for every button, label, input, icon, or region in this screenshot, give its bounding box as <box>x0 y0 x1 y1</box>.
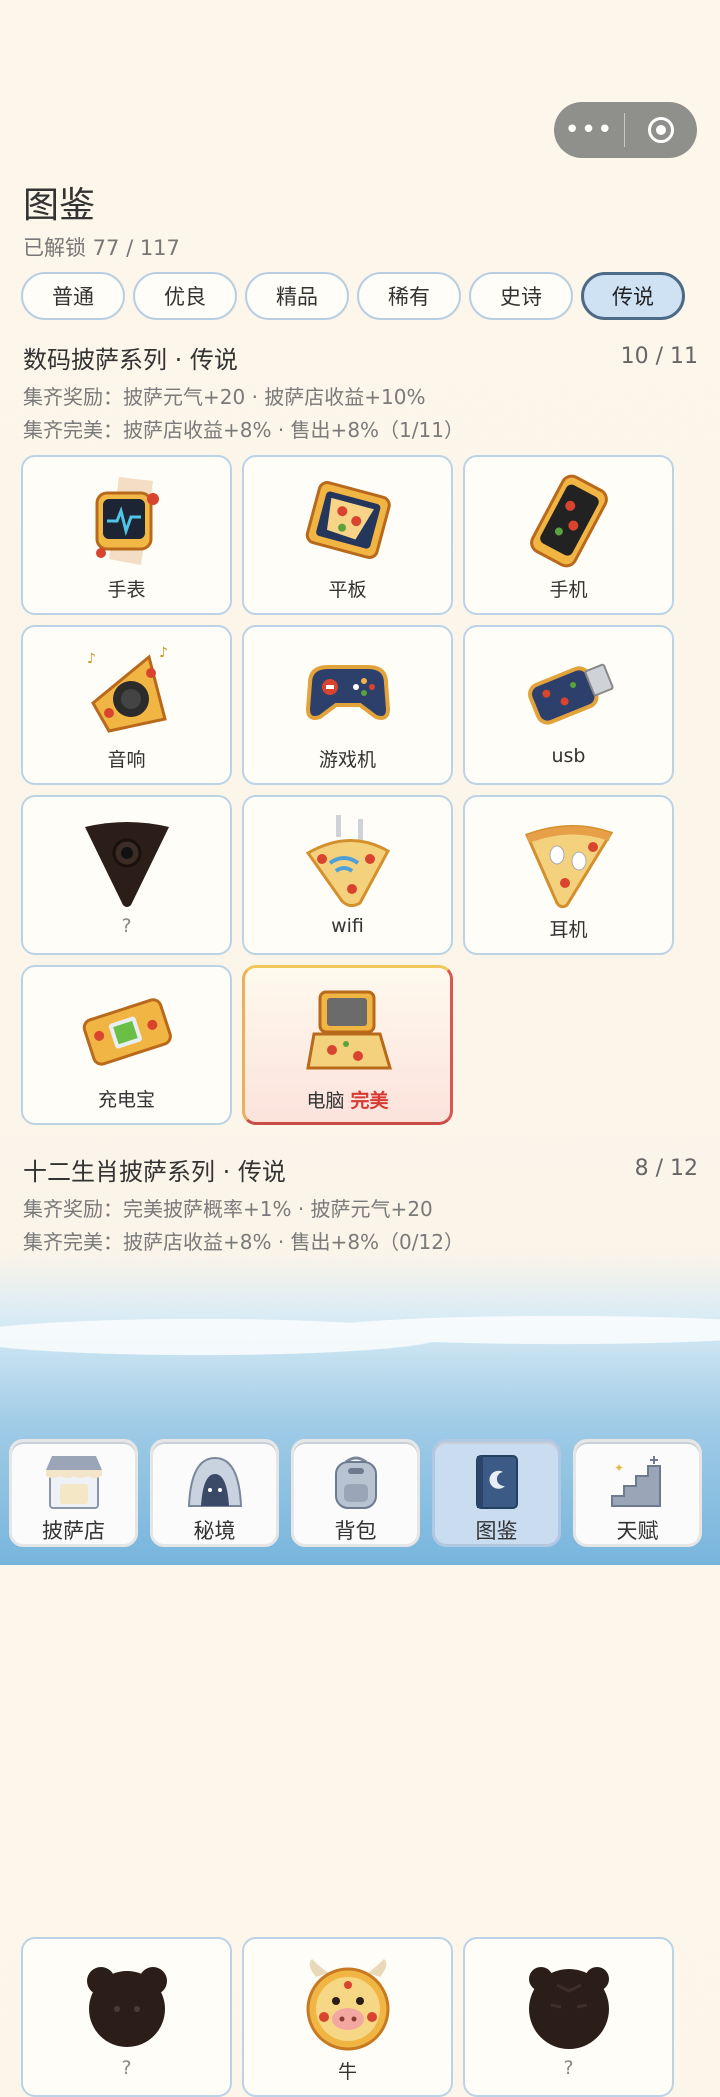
series-perfect-reward: 集齐完美：披萨店收益+8% · 售出+8%（1/11） <box>23 418 464 442</box>
tab-epic[interactable]: 史诗 <box>469 272 573 320</box>
collection-card[interactable]: wifi <box>242 795 453 955</box>
backpack-icon <box>334 1456 377 1509</box>
series-reward: 集齐奖励：披萨元气+20 · 披萨店收益+10% <box>23 385 426 409</box>
item-name: 音响 <box>107 749 146 771</box>
nav-label: 披萨店 <box>42 1519 105 1543</box>
collection-card[interactable]: 充电宝 <box>21 965 232 1125</box>
collection-card[interactable]: ? <box>463 1937 674 2097</box>
collection-card[interactable]: ♪ ♪ 音响 <box>21 625 232 785</box>
locked-tiger-pizza-icon <box>528 1967 609 2049</box>
collection-card[interactable]: ? <box>21 1937 232 2097</box>
tab-fine[interactable]: 精品 <box>245 272 349 320</box>
nav-label: 图鉴 <box>475 1519 518 1543</box>
rarity-tabs: 普通 优良 精品 稀有 史诗 传说 <box>21 272 685 320</box>
mini-program-capsule: ••• <box>554 102 697 158</box>
nav-label: 天赋 <box>616 1519 659 1543</box>
collection-card[interactable]: usb <box>463 625 674 785</box>
series-count: 10 / 11 <box>620 344 698 369</box>
page-title: 图鉴 <box>23 185 96 226</box>
nav-talent[interactable]: ✦ 天赋 <box>573 1439 702 1547</box>
tab-legend[interactable]: 传说 <box>581 272 685 320</box>
item-name: 牛 <box>337 2061 357 2083</box>
item-name: ? <box>563 2057 574 2079</box>
nav-shop[interactable]: 披萨店 <box>9 1439 138 1547</box>
gamepad-pizza-icon <box>305 665 390 720</box>
tab-rare[interactable]: 稀有 <box>357 272 461 320</box>
watch-pizza-icon <box>95 477 159 565</box>
series-grid: 手表 平板 手机 ♪ ♪ 音响 游戏机 usb ? wifi 耳机 充电宝 电脑… <box>21 455 720 1125</box>
svg-text:♪: ♪ <box>159 645 168 661</box>
powerbank-pizza-icon <box>82 998 172 1066</box>
svg-text:♪: ♪ <box>87 651 96 667</box>
more-dots-icon[interactable]: ••• <box>554 115 624 145</box>
nav-secret-realm[interactable]: 秘境 <box>150 1439 279 1547</box>
tablet-pizza-icon <box>305 481 391 559</box>
phone-pizza-icon <box>529 474 608 568</box>
collection-card[interactable]: 手机 <box>463 455 674 615</box>
nav-backpack[interactable]: 背包 <box>291 1439 420 1547</box>
series-count: 8 / 12 <box>634 1156 698 1181</box>
nav-label: 背包 <box>334 1519 377 1543</box>
item-name: usb <box>551 745 586 767</box>
shop-icon <box>45 1456 102 1509</box>
collection-card[interactable]: 手表 <box>21 455 232 615</box>
item-name: 游戏机 <box>318 749 376 771</box>
locked-rat-pizza-icon <box>86 1967 167 2047</box>
stairs-icon: ✦ <box>610 1456 661 1507</box>
collection-card[interactable]: 牛 <box>242 1937 453 2097</box>
book-icon <box>475 1455 518 1509</box>
ox-pizza-icon <box>306 1959 389 2051</box>
item-name: wifi <box>331 915 364 937</box>
earbuds-pizza-icon <box>524 825 613 909</box>
tab-good[interactable]: 优良 <box>133 272 237 320</box>
cave-icon <box>187 1456 242 1507</box>
series-grid: ? 牛 ? <box>21 1937 720 2097</box>
item-name: 耳机 <box>549 919 588 941</box>
item-name: ? <box>121 915 132 937</box>
item-name-text: 电脑 <box>306 1090 345 1112</box>
series-perfect-reward: 集齐完美：披萨店收益+8% · 售出+8%（0/12） <box>23 1230 464 1254</box>
nav-label: 秘境 <box>193 1519 236 1543</box>
series-title: 数码披萨系列 · 传说 <box>23 346 238 374</box>
collection-card[interactable]: 游戏机 <box>242 625 453 785</box>
svg-text:✦: ✦ <box>614 1461 624 1475</box>
bottom-nav: 披萨店 秘境 背包 图鉴 ✦ 天赋 <box>9 1439 702 1547</box>
tab-common[interactable]: 普通 <box>21 272 125 320</box>
collection-card[interactable]: 平板 <box>242 455 453 615</box>
collection-card[interactable]: 耳机 <box>463 795 674 955</box>
target-icon[interactable] <box>625 117 697 143</box>
laptop-pizza-icon <box>305 990 392 1070</box>
collection-card-perfect[interactable]: 电脑 完美 <box>242 965 453 1125</box>
item-name: 手表 <box>107 579 146 601</box>
speaker-pizza-icon: ♪ ♪ <box>87 645 168 733</box>
series-reward: 集齐奖励：完美披萨概率+1% · 披萨元气+20 <box>23 1197 433 1221</box>
unlock-progress: 已解锁 77 / 117 <box>23 236 180 260</box>
usb-pizza-icon <box>527 663 614 725</box>
item-name: 充电宝 <box>97 1089 155 1111</box>
item-name: 平板 <box>328 579 367 601</box>
nav-collection[interactable]: 图鉴 <box>432 1439 561 1547</box>
collection-card[interactable]: ? <box>21 795 232 955</box>
item-name: 手机 <box>549 579 588 601</box>
item-name: 电脑 完美 <box>245 1086 450 1113</box>
perfect-tag: 完美 <box>350 1090 389 1112</box>
locked-pizza-icon <box>84 822 169 907</box>
item-name: ? <box>121 2057 132 2079</box>
series-title: 十二生肖披萨系列 · 传说 <box>23 1158 286 1186</box>
wifi-pizza-icon <box>305 815 390 908</box>
